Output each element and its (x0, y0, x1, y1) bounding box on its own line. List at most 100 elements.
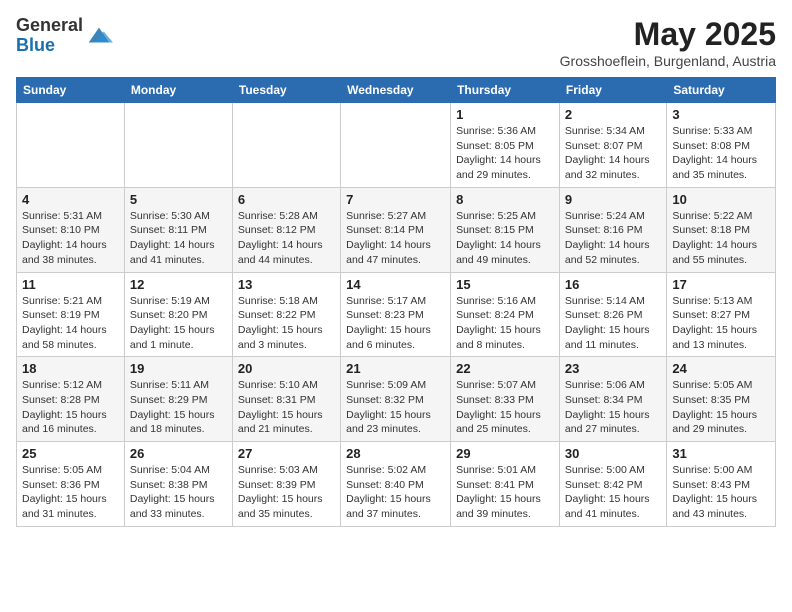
calendar-week-3: 11 Sunrise: 5:21 AMSunset: 8:19 PMDayligh… (17, 272, 776, 357)
calendar-cell: 29Sunrise: 5:01 AMSunset: 8:41 PMDayligh… (451, 442, 560, 527)
calendar-cell: 10 Sunrise: 5:22 AMSunset: 8:18 PMDayligh… (667, 187, 776, 272)
calendar-cell: 16Sunrise: 5:14 AMSunset: 8:26 PMDayligh… (559, 272, 666, 357)
calendar-cell: 6 Sunrise: 5:28 AMSunset: 8:12 PMDaylight… (232, 187, 340, 272)
day-info: Sunrise: 5:19 AMSunset: 8:20 PMDaylight:… (130, 294, 227, 353)
calendar-cell: 14Sunrise: 5:17 AMSunset: 8:23 PMDayligh… (341, 272, 451, 357)
calendar-cell: 18 Sunrise: 5:12 AMSunset: 8:28 PMDayligh… (17, 357, 125, 442)
calendar-cell: 17 Sunrise: 5:13 AMSunset: 8:27 PMDayligh… (667, 272, 776, 357)
day-number: 1 (456, 107, 554, 122)
calendar-cell: 1 Sunrise: 5:36 AMSunset: 8:05 PMDaylight… (451, 103, 560, 188)
calendar-week-5: 25Sunrise: 5:05 AMSunset: 8:36 PMDayligh… (17, 442, 776, 527)
day-info: Sunrise: 5:12 AMSunset: 8:28 PMDaylight:… (22, 378, 119, 437)
day-number: 31 (672, 446, 770, 461)
day-number: 27 (238, 446, 335, 461)
calendar-week-2: 4Sunrise: 5:31 AMSunset: 8:10 PMDaylight… (17, 187, 776, 272)
calendar-cell: 23 Sunrise: 5:06 AMSunset: 8:34 PMDayligh… (559, 357, 666, 442)
calendar-cell (232, 103, 340, 188)
day-number: 28 (346, 446, 445, 461)
day-number: 7 (346, 192, 445, 207)
calendar-cell: 12 Sunrise: 5:19 AMSunset: 8:20 PMDayligh… (124, 272, 232, 357)
day-number: 8 (456, 192, 554, 207)
day-info: Sunrise: 5:10 AMSunset: 8:31 PMDaylight:… (238, 378, 335, 437)
day-info: Sunrise: 5:16 AMSunset: 8:24 PMDaylight:… (456, 294, 554, 353)
calendar-cell: 13 Sunrise: 5:18 AMSunset: 8:22 PMDayligh… (232, 272, 340, 357)
day-info: Sunrise: 5:03 AMSunset: 8:39 PMDaylight:… (238, 463, 335, 522)
calendar-cell: 19Sunrise: 5:11 AMSunset: 8:29 PMDayligh… (124, 357, 232, 442)
weekday-header-sunday: Sunday (17, 78, 125, 103)
day-info: Sunrise: 5:30 AMSunset: 8:11 PMDaylight:… (130, 209, 227, 268)
day-info: Sunrise: 5:13 AMSunset: 8:27 PMDaylight:… (672, 294, 770, 353)
calendar-cell: 28 Sunrise: 5:02 AMSunset: 8:40 PMDayligh… (341, 442, 451, 527)
day-info: Sunrise: 5:18 AMSunset: 8:22 PMDaylight:… (238, 294, 335, 353)
day-info: Sunrise: 5:33 AMSunset: 8:08 PMDaylight:… (672, 124, 770, 183)
day-number: 14 (346, 277, 445, 292)
day-info: Sunrise: 5:31 AMSunset: 8:10 PMDaylight:… (22, 209, 119, 268)
calendar-cell: 11 Sunrise: 5:21 AMSunset: 8:19 PMDayligh… (17, 272, 125, 357)
day-info: Sunrise: 5:06 AMSunset: 8:34 PMDaylight:… (565, 378, 661, 437)
day-number: 5 (130, 192, 227, 207)
day-info: Sunrise: 5:09 AMSunset: 8:32 PMDaylight:… (346, 378, 445, 437)
day-info: Sunrise: 5:21 AMSunset: 8:19 PMDaylight:… (22, 294, 119, 353)
calendar-cell (17, 103, 125, 188)
day-info: Sunrise: 5:22 AMSunset: 8:18 PMDaylight:… (672, 209, 770, 268)
calendar-week-4: 18 Sunrise: 5:12 AMSunset: 8:28 PMDayligh… (17, 357, 776, 442)
day-number: 21 (346, 361, 445, 376)
logo-blue: Blue (16, 35, 55, 55)
day-info: Sunrise: 5:27 AMSunset: 8:14 PMDaylight:… (346, 209, 445, 268)
calendar-cell: 9Sunrise: 5:24 AMSunset: 8:16 PMDaylight… (559, 187, 666, 272)
day-number: 20 (238, 361, 335, 376)
calendar-table: SundayMondayTuesdayWednesdayThursdayFrid… (16, 77, 776, 527)
logo-general: General (16, 15, 83, 35)
calendar-cell: 7 Sunrise: 5:27 AMSunset: 8:14 PMDaylight… (341, 187, 451, 272)
day-number: 13 (238, 277, 335, 292)
weekday-header-row: SundayMondayTuesdayWednesdayThursdayFrid… (17, 78, 776, 103)
weekday-header-saturday: Saturday (667, 78, 776, 103)
calendar-cell: 24Sunrise: 5:05 AMSunset: 8:35 PMDayligh… (667, 357, 776, 442)
calendar-cell: 22 Sunrise: 5:07 AMSunset: 8:33 PMDayligh… (451, 357, 560, 442)
calendar-cell (341, 103, 451, 188)
title-block: May 2025 Grosshoeflein, Burgenland, Aust… (560, 16, 776, 69)
day-number: 2 (565, 107, 661, 122)
day-info: Sunrise: 5:11 AMSunset: 8:29 PMDaylight:… (130, 378, 227, 437)
calendar-cell (124, 103, 232, 188)
day-number: 6 (238, 192, 335, 207)
calendar-cell: 3Sunrise: 5:33 AMSunset: 8:08 PMDaylight… (667, 103, 776, 188)
calendar-cell: 31 Sunrise: 5:00 AMSunset: 8:43 PMDayligh… (667, 442, 776, 527)
day-number: 30 (565, 446, 661, 461)
day-info: Sunrise: 5:05 AMSunset: 8:35 PMDaylight:… (672, 378, 770, 437)
calendar-cell: 5 Sunrise: 5:30 AMSunset: 8:11 PMDaylight… (124, 187, 232, 272)
calendar-cell: 30Sunrise: 5:00 AMSunset: 8:42 PMDayligh… (559, 442, 666, 527)
day-info: Sunrise: 5:07 AMSunset: 8:33 PMDaylight:… (456, 378, 554, 437)
day-number: 10 (672, 192, 770, 207)
day-info: Sunrise: 5:24 AMSunset: 8:16 PMDaylight:… (565, 209, 661, 268)
calendar-cell: 27 Sunrise: 5:03 AMSunset: 8:39 PMDayligh… (232, 442, 340, 527)
day-number: 11 (22, 277, 119, 292)
logo: General Blue (16, 16, 113, 56)
day-info: Sunrise: 5:05 AMSunset: 8:36 PMDaylight:… (22, 463, 119, 522)
weekday-header-thursday: Thursday (451, 78, 560, 103)
day-info: Sunrise: 5:04 AMSunset: 8:38 PMDaylight:… (130, 463, 227, 522)
day-number: 29 (456, 446, 554, 461)
calendar-cell: 8Sunrise: 5:25 AMSunset: 8:15 PMDaylight… (451, 187, 560, 272)
day-number: 17 (672, 277, 770, 292)
calendar-cell: 25Sunrise: 5:05 AMSunset: 8:36 PMDayligh… (17, 442, 125, 527)
calendar-cell: 21 Sunrise: 5:09 AMSunset: 8:32 PMDayligh… (341, 357, 451, 442)
day-number: 22 (456, 361, 554, 376)
day-number: 15 (456, 277, 554, 292)
weekday-header-tuesday: Tuesday (232, 78, 340, 103)
day-number: 26 (130, 446, 227, 461)
month-title: May 2025 (560, 16, 776, 53)
day-info: Sunrise: 5:14 AMSunset: 8:26 PMDaylight:… (565, 294, 661, 353)
day-number: 12 (130, 277, 227, 292)
calendar-cell: 15 Sunrise: 5:16 AMSunset: 8:24 PMDayligh… (451, 272, 560, 357)
calendar-cell: 20 Sunrise: 5:10 AMSunset: 8:31 PMDayligh… (232, 357, 340, 442)
weekday-header-monday: Monday (124, 78, 232, 103)
day-info: Sunrise: 5:28 AMSunset: 8:12 PMDaylight:… (238, 209, 335, 268)
day-number: 18 (22, 361, 119, 376)
day-info: Sunrise: 5:36 AMSunset: 8:05 PMDaylight:… (456, 124, 554, 183)
day-info: Sunrise: 5:00 AMSunset: 8:43 PMDaylight:… (672, 463, 770, 522)
day-info: Sunrise: 5:02 AMSunset: 8:40 PMDaylight:… (346, 463, 445, 522)
calendar-cell: 4Sunrise: 5:31 AMSunset: 8:10 PMDaylight… (17, 187, 125, 272)
logo-icon (85, 22, 113, 50)
day-number: 23 (565, 361, 661, 376)
